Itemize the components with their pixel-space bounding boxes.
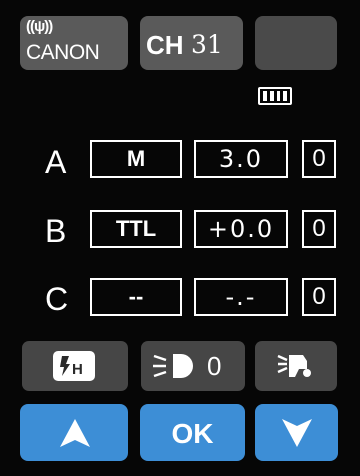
ok-label: OK — [171, 418, 214, 449]
channel-prefix: CH — [146, 30, 184, 60]
flash-hss-icon: H — [53, 351, 95, 381]
channel-button[interactable]: CH 31 — [140, 16, 243, 70]
arrow-down-icon — [281, 418, 313, 453]
group-c-ratio-button[interactable]: 0 — [302, 278, 336, 316]
group-b-power-button[interactable]: +0.0 — [194, 210, 288, 248]
hss-button[interactable]: H — [22, 341, 128, 391]
group-b-ratio-button[interactable]: 0 — [302, 210, 336, 248]
group-a-power-button[interactable]: 3.0 — [194, 140, 288, 178]
group-b-letter: B — [45, 213, 67, 249]
wireless-mode-label: CANON — [26, 41, 100, 64]
blank-function-button[interactable] — [255, 16, 337, 70]
arrow-up-icon — [59, 418, 91, 453]
down-button[interactable] — [255, 404, 338, 461]
battery-full-icon — [258, 87, 292, 105]
modeling-flash-button[interactable] — [255, 341, 337, 391]
channel-number: 31 — [191, 30, 223, 59]
modeling-light-button[interactable]: 0 — [141, 341, 245, 391]
group-c-power-button[interactable]: -.- — [194, 278, 288, 316]
group-a-letter: A — [45, 144, 67, 180]
wireless-signal-icon: ((ψ)) — [26, 18, 53, 35]
group-c-mode-button[interactable]: -- — [90, 278, 182, 316]
modeling-light-icon — [151, 349, 197, 388]
ok-button[interactable]: OK — [140, 404, 245, 461]
group-a-ratio-button[interactable]: 0 — [302, 140, 336, 178]
modeling-flash-icon — [277, 351, 317, 386]
group-a-mode-button[interactable]: M — [90, 140, 182, 178]
svg-text:H: H — [72, 361, 83, 378]
wireless-mode-button[interactable]: ((ψ)) CANON — [20, 16, 128, 70]
group-c-letter: C — [45, 281, 69, 317]
modeling-light-value: 0 — [207, 351, 222, 381]
up-button[interactable] — [20, 404, 128, 461]
group-b-mode-button[interactable]: TTL — [90, 210, 182, 248]
